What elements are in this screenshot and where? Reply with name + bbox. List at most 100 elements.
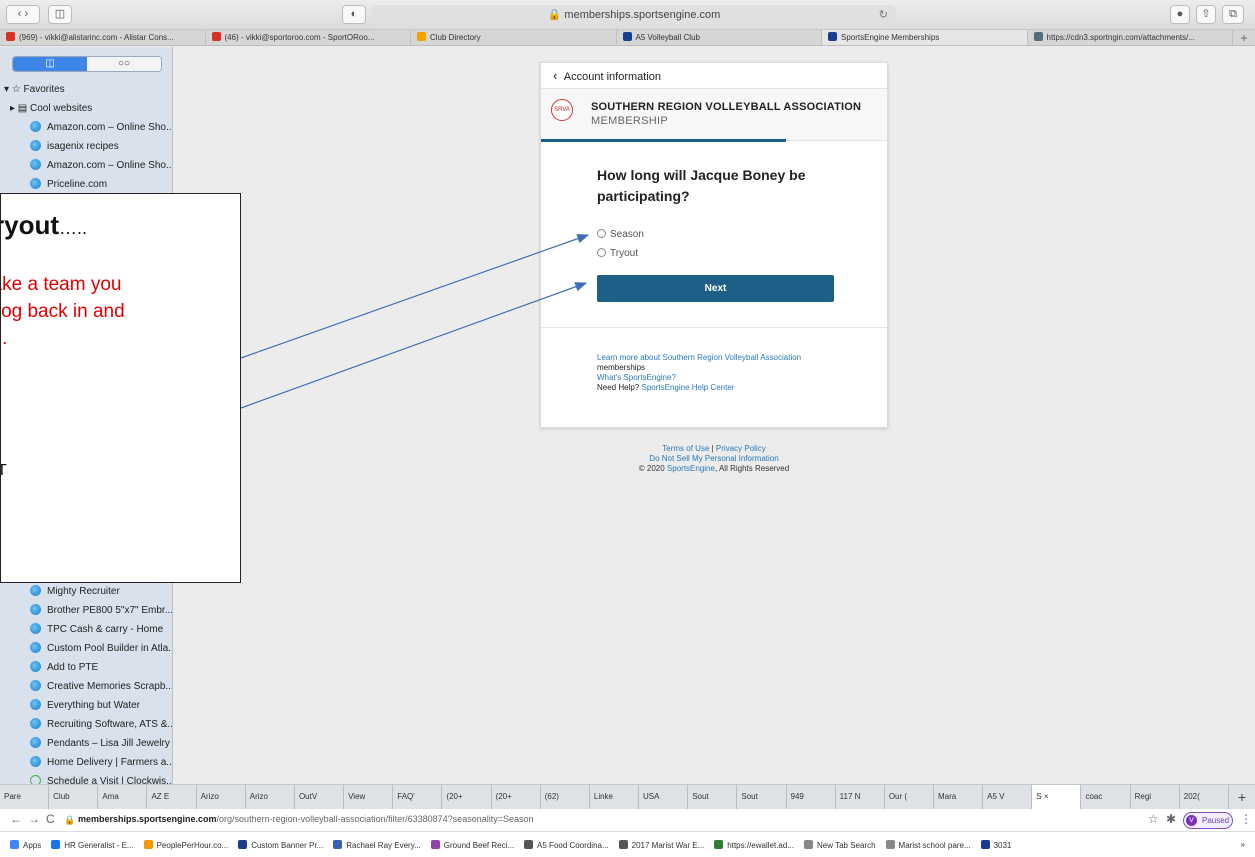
sidebar-bookmark[interactable]: Creative Memories Scrapb... bbox=[0, 677, 172, 696]
safari-tab[interactable]: Club Directory bbox=[411, 30, 617, 45]
bookmark-bar-item[interactable]: Rachael Ray Every... bbox=[333, 839, 421, 850]
bookmarks-overflow-button[interactable]: » bbox=[1241, 840, 1245, 849]
chrome-tab[interactable]: Arizo bbox=[246, 785, 295, 809]
sidebar-bookmark[interactable]: Amazon.com – Online Sho... bbox=[0, 118, 172, 137]
new-tab-button[interactable]: + bbox=[1233, 30, 1255, 45]
chrome-tab[interactable]: (62) bbox=[541, 785, 590, 809]
chrome-tab[interactable]: View bbox=[344, 785, 394, 809]
chrome-tab[interactable]: Sout bbox=[737, 785, 787, 809]
chrome-tab[interactable]: 949 bbox=[787, 785, 836, 809]
radio-circle-icon[interactable] bbox=[597, 248, 606, 257]
back-forward-buttons[interactable]: ‹ › bbox=[6, 5, 40, 24]
chrome-tab[interactable]: S × bbox=[1032, 785, 1082, 809]
tabs-overview-icon[interactable]: ⧉ bbox=[1222, 5, 1244, 24]
sidebar-bookmark[interactable]: TPC Cash & carry - Home bbox=[0, 620, 172, 639]
sportsengine-link[interactable]: SportsEngine bbox=[667, 464, 715, 473]
whats-sportsengine-link[interactable]: What's SportsEngine? bbox=[597, 373, 676, 382]
chrome-tab[interactable]: 202( bbox=[1180, 785, 1229, 809]
safari-tab[interactable]: A5 Volleyball Club bbox=[617, 30, 822, 45]
chrome-tab[interactable]: OutV bbox=[295, 785, 345, 809]
chrome-tab[interactable]: Club bbox=[49, 785, 99, 809]
new-tab-button[interactable]: + bbox=[1229, 785, 1255, 809]
chrome-tab[interactable]: Mara bbox=[934, 785, 984, 809]
sidebar-bookmark[interactable]: ▾ ☆ Favorites bbox=[0, 80, 172, 99]
bookmarks-tab-icon[interactable]: ◫ bbox=[13, 57, 87, 71]
bookmark-bar-item[interactable]: Custom Banner Pr... bbox=[238, 839, 323, 850]
sidebar-bookmark[interactable]: Home Delivery | Farmers a... bbox=[0, 753, 172, 772]
bookmark-bar-item[interactable]: https://ewallet.ad... bbox=[714, 839, 794, 850]
safari-tab-strip: (969) - vikki@alistarinc.com - Alistar C… bbox=[0, 30, 1255, 46]
safari-tab[interactable]: (46) - vikki@sportoroo.com - SportORoo..… bbox=[206, 30, 411, 45]
bookmark-bar-item[interactable]: Marist school pare... bbox=[885, 839, 971, 850]
tryout-option[interactable]: Tryout bbox=[597, 248, 638, 259]
share-icon[interactable]: ⇧ bbox=[1196, 5, 1216, 24]
sidebar-bookmark[interactable]: Mighty Recruiter bbox=[0, 582, 172, 601]
download-icon[interactable]: ● bbox=[1170, 5, 1190, 24]
chrome-tab[interactable]: Sout bbox=[688, 785, 738, 809]
chrome-tab[interactable]: A5 V bbox=[983, 785, 1033, 809]
chrome-tab[interactable]: coac bbox=[1081, 785, 1131, 809]
copyright-prefix: © 2020 bbox=[638, 464, 667, 473]
bookmark-bar-item[interactable]: PeoplePerHour.co... bbox=[143, 839, 228, 850]
chrome-tab[interactable]: Regi bbox=[1131, 785, 1180, 809]
chrome-tab[interactable]: Linke bbox=[590, 785, 640, 809]
learn-more-link[interactable]: Learn more about Southern Region Volleyb… bbox=[597, 353, 801, 362]
safari-tab[interactable]: https://cdn3.sportngin.com/attachments/.… bbox=[1028, 30, 1233, 45]
back-arrow-icon[interactable]: ← bbox=[10, 812, 22, 826]
chrome-url-input[interactable]: memberships.sportsengine.com/org/souther… bbox=[78, 814, 534, 824]
sidebar-bookmark[interactable]: Schedule a Visit | Clockwis... bbox=[0, 772, 172, 784]
star-icon[interactable]: ☆ bbox=[1148, 812, 1159, 826]
bookmark-bar-item[interactable]: Ground Beef Reci... bbox=[430, 839, 514, 850]
sidebar-segmented-control[interactable]: ◫ ○○ bbox=[12, 56, 162, 72]
chrome-tab[interactable]: AZ E bbox=[147, 785, 197, 809]
chrome-tab[interactable]: Ama bbox=[98, 785, 148, 809]
reload-icon[interactable]: ↻ bbox=[879, 5, 888, 25]
chrome-tab[interactable]: (20+ bbox=[492, 785, 541, 809]
chrome-tab[interactable]: USA bbox=[639, 785, 689, 809]
org-header: SRVA SOUTHERN REGION VOLLEYBALL ASSOCIAT… bbox=[541, 89, 887, 142]
sidebar-bookmark[interactable]: Add to PTE bbox=[0, 658, 172, 677]
next-button[interactable]: Next bbox=[597, 275, 834, 302]
radio-circle-icon[interactable] bbox=[597, 229, 606, 238]
chrome-tab[interactable]: Our ( bbox=[885, 785, 934, 809]
sidebar-bookmark[interactable]: Amazon.com – Online Sho... bbox=[0, 156, 172, 175]
bookmark-bar-item[interactable]: Apps bbox=[10, 839, 41, 850]
do-not-sell-link[interactable]: Do Not Sell My Personal Information bbox=[649, 454, 778, 463]
reading-list-tab-icon[interactable]: ○○ bbox=[87, 57, 161, 71]
chrome-tab[interactable]: FAQ' bbox=[393, 785, 443, 809]
sidebar-bookmark[interactable]: ▸ ▤ Cool websites bbox=[0, 99, 172, 118]
safari-tab[interactable]: SportsEngine Memberships bbox=[822, 30, 1028, 45]
safari-tab[interactable]: (969) - vikki@alistarinc.com - Alistar C… bbox=[0, 30, 206, 45]
bookmark-bar-item[interactable]: A5 Food Coordina... bbox=[524, 839, 609, 850]
profile-paused-button[interactable]: V Paused bbox=[1183, 812, 1233, 829]
chrome-tab[interactable]: Pare bbox=[0, 785, 50, 809]
account-info-back-link[interactable]: ‹ Account information bbox=[541, 63, 887, 89]
bookmark-label: isagenix recipes bbox=[47, 141, 119, 152]
reload-icon[interactable]: C bbox=[46, 812, 55, 826]
safari-address-bar[interactable]: 🔒 memberships.sportsengine.com ↻ bbox=[372, 5, 896, 25]
extensions-icon[interactable]: ✱ bbox=[1166, 812, 1176, 826]
menu-icon[interactable]: ⋮ bbox=[1240, 812, 1252, 826]
forward-arrow-icon[interactable]: → bbox=[28, 812, 40, 826]
chrome-tab[interactable]: 117 N bbox=[836, 785, 885, 809]
sidebar-bookmark[interactable]: Everything but Water bbox=[0, 696, 172, 715]
sidebar-bookmark[interactable]: Brother PE800 5"x7" Embr... bbox=[0, 601, 172, 620]
bookmark-bar-item[interactable]: New Tab Search bbox=[803, 839, 876, 850]
season-option[interactable]: Season bbox=[597, 229, 644, 240]
help-center-link[interactable]: SportsEngine Help Center bbox=[641, 383, 734, 392]
chrome-tab[interactable]: Arizo bbox=[197, 785, 246, 809]
sidebar-bookmark[interactable]: Pendants – Lisa Jill Jewelry bbox=[0, 734, 172, 753]
sidebar-bookmark[interactable]: Custom Pool Builder in Atla... bbox=[0, 639, 172, 658]
privacy-link[interactable]: Privacy Policy bbox=[716, 444, 766, 453]
sidebar-bookmark[interactable]: Recruiting Software, ATS &... bbox=[0, 715, 172, 734]
bookmark-bar-item[interactable]: 2017 Marist War E... bbox=[618, 839, 704, 850]
bookmark-bar-item[interactable]: HR Generalist - E... bbox=[51, 839, 134, 850]
sidebar-bookmark[interactable]: isagenix recipes bbox=[0, 137, 172, 156]
chrome-tab[interactable]: (20+ bbox=[442, 785, 492, 809]
terms-link[interactable]: Terms of Use bbox=[662, 444, 709, 453]
sidebar-bookmark[interactable]: Priceline.com bbox=[0, 175, 172, 194]
bookmark-bar-item[interactable]: 3031 bbox=[980, 839, 1011, 850]
callout-extra-text: T bbox=[1, 462, 7, 480]
privacy-shield-icon[interactable]: ◐ bbox=[342, 5, 366, 24]
sidebar-toggle-icon[interactable]: ◫ bbox=[48, 5, 72, 24]
